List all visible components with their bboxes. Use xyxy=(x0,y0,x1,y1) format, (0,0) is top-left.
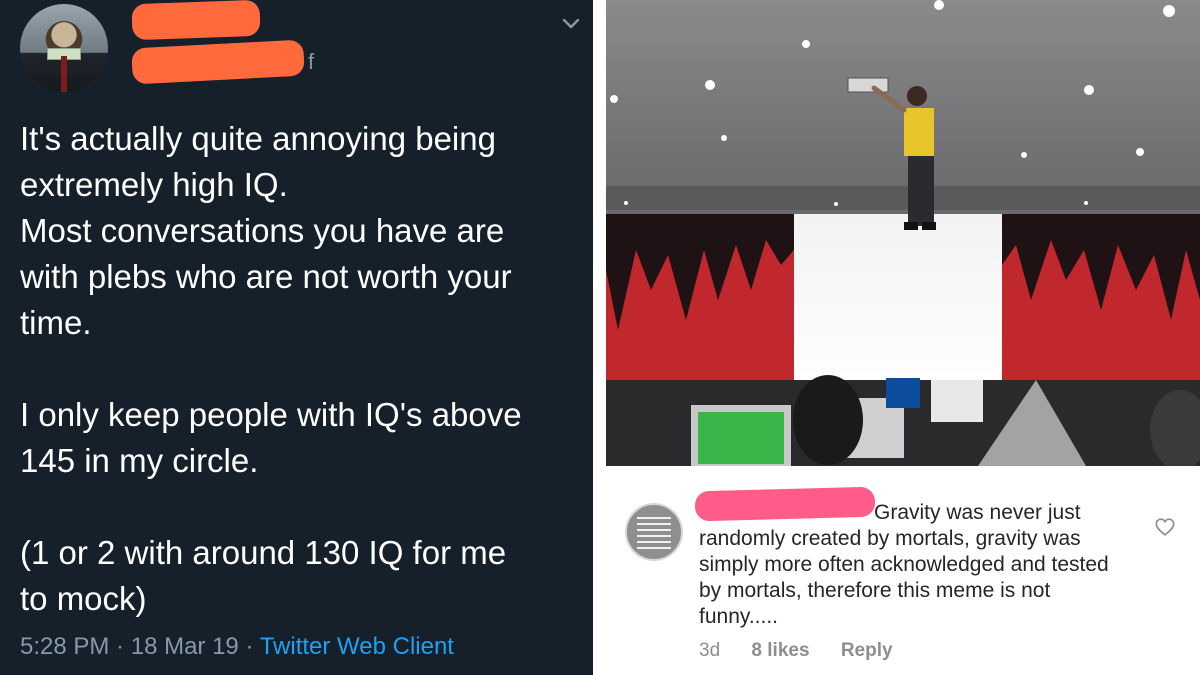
commenter-avatar[interactable] xyxy=(625,503,683,561)
comment-text-rest: randomly created by mortals, gravity was… xyxy=(699,527,1109,628)
tweet-client-link[interactable]: Twitter Web Client xyxy=(260,633,454,660)
tie-icon xyxy=(61,56,67,92)
comment-likes[interactable]: 8 likes xyxy=(751,640,809,661)
tweet-line: Most conversations you have are xyxy=(20,212,505,249)
tweet-time[interactable]: 5:28 PM xyxy=(20,633,109,660)
comment-text: Gravity was never just randomly created … xyxy=(699,500,1129,630)
chevron-down-icon[interactable] xyxy=(560,12,582,34)
tweet-metadata: 5:28 PM · 18 Mar 19 · Twitter Web Client xyxy=(20,633,454,661)
avatar[interactable] xyxy=(20,4,108,92)
comment-text-first-line: Gravity was never just xyxy=(874,501,1081,524)
meme-photo xyxy=(606,0,1200,466)
separator: · xyxy=(109,633,131,660)
redacted-display-name xyxy=(131,0,261,41)
tweet-line: to mock) xyxy=(20,580,147,617)
tweet-line: extremely high IQ. xyxy=(20,166,288,203)
comment-metadata: 3d 8 likes Reply xyxy=(699,640,919,662)
comment-age: 3d xyxy=(699,640,721,661)
username-tail: f xyxy=(308,49,315,74)
separator: · xyxy=(238,633,260,660)
tweet-body: It's actually quite annoying being extre… xyxy=(20,116,580,622)
tweet-date[interactable]: 18 Mar 19 xyxy=(131,633,239,660)
heart-icon[interactable] xyxy=(1154,516,1176,538)
tweet-line: (1 or 2 with around 130 IQ for me xyxy=(20,534,507,571)
tweet-line: It's actually quite annoying being xyxy=(20,120,496,157)
tweet-line-blank xyxy=(20,484,580,530)
office-ceiling-photo xyxy=(606,0,1200,466)
tweet-line-blank xyxy=(20,346,580,392)
panel-divider xyxy=(593,0,606,675)
reply-button[interactable]: Reply xyxy=(841,640,893,661)
instagram-comment: Gravity was never just randomly created … xyxy=(606,466,1200,675)
tweet-line: I only keep people with IQ's above xyxy=(20,396,522,433)
redacted-username xyxy=(131,39,305,85)
tweet-line: with plebs who are not worth your xyxy=(20,258,512,295)
tweet-line: 145 in my circle. xyxy=(20,442,259,479)
tweet-card: f It's actually quite annoying being ext… xyxy=(0,0,593,675)
tweet-line: time. xyxy=(20,304,92,341)
